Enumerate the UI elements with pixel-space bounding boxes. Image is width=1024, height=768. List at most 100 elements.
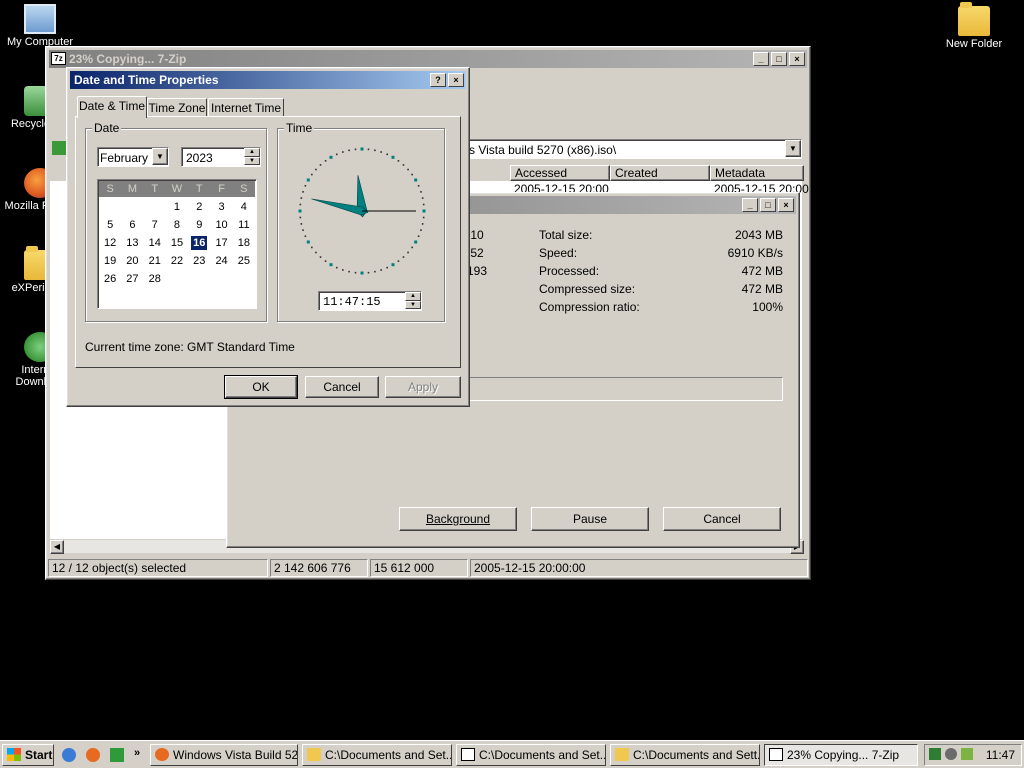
status-size: 2 142 606 776 xyxy=(270,559,368,577)
tab-internet-time[interactable]: Internet Time xyxy=(208,98,284,118)
calendar-day[interactable]: 7 xyxy=(144,216,166,234)
ok-button[interactable]: OK xyxy=(224,375,298,399)
date-time-properties-dialog[interactable]: Date and Time Properties ? × Date & Time… xyxy=(66,67,470,407)
calendar-day[interactable]: 4 xyxy=(233,198,255,216)
quicklaunch-chevron-icon[interactable]: » xyxy=(134,747,140,759)
folder-icon xyxy=(307,748,321,761)
calendar-day[interactable]: 13 xyxy=(121,234,143,252)
year-spinner[interactable]: 2023 ▲ ▼ xyxy=(181,147,261,167)
month-dropdown-button[interactable]: ▼ xyxy=(152,148,168,165)
maximize-button[interactable]: □ xyxy=(760,198,776,212)
path-combobox[interactable]: s Vista build 5270 (x86).iso\ ▼ xyxy=(464,139,802,159)
clock-minute-tick xyxy=(407,168,409,171)
calendar[interactable]: SMTWTFS 1 2 3 4 5 6 7 8 9 10 11 12 13 14 15 16 17 18 19 20 2… xyxy=(97,179,257,309)
column-header-created[interactable]: Created xyxy=(610,165,710,181)
zip-window-titlebar[interactable]: 7z 23% Copying... 7-Zip _ □ × xyxy=(49,50,807,68)
calendar-day[interactable]: 26 xyxy=(99,270,121,288)
clock-minute-tick xyxy=(380,151,382,153)
calendar-day[interactable]: 2 xyxy=(188,198,210,216)
cancel-copy-button[interactable]: Cancel xyxy=(663,507,781,531)
network-icon[interactable] xyxy=(929,748,941,760)
close-button[interactable]: × xyxy=(448,73,464,87)
help-button[interactable]: ? xyxy=(430,73,446,87)
clock-minute-tick xyxy=(342,151,344,153)
calendar-day[interactable]: 17 xyxy=(210,234,232,252)
start-button[interactable]: Start xyxy=(2,744,54,766)
calendar-day[interactable]: 10 xyxy=(210,216,232,234)
minimize-button[interactable]: _ xyxy=(742,198,758,212)
calendar-day[interactable]: 21 xyxy=(144,252,166,270)
apply-button[interactable]: Apply xyxy=(385,376,461,398)
scroll-left-button[interactable]: ◀ xyxy=(50,540,64,554)
calendar-empty-cell xyxy=(121,198,143,216)
calendar-day[interactable]: 12 xyxy=(99,234,121,252)
calendar-day[interactable]: 14 xyxy=(144,234,166,252)
pause-button[interactable]: Pause xyxy=(531,507,649,531)
toolbar-up-icon[interactable] xyxy=(52,141,66,155)
calendar-day[interactable]: 28 xyxy=(144,270,166,288)
path-dropdown-button[interactable]: ▼ xyxy=(785,140,801,157)
year-spin-buttons[interactable]: ▲ ▼ xyxy=(244,148,260,165)
calendar-day[interactable]: 3 xyxy=(210,198,232,216)
taskbar-button-folder-1[interactable]: C:\Documents and Set... xyxy=(302,744,452,766)
volume-icon[interactable] xyxy=(945,748,957,760)
cancel-button[interactable]: Cancel xyxy=(305,376,379,398)
clock-minute-tick xyxy=(348,270,350,273)
calendar-day[interactable]: 19 xyxy=(99,252,121,270)
calendar-day[interactable]: 27 xyxy=(121,270,143,288)
weekday-label: S xyxy=(106,183,114,195)
desktop-icon-my-computer[interactable]: My Computer xyxy=(2,4,78,48)
close-button[interactable]: × xyxy=(789,52,805,66)
calendar-day[interactable]: 20 xyxy=(121,252,143,270)
tray-app-icon[interactable] xyxy=(961,748,973,760)
calendar-days[interactable]: 1 2 3 4 5 6 7 8 9 10 11 12 13 14 15 16 17 18 19 20 21 22 23 24 2… xyxy=(99,198,255,288)
calendar-day[interactable]: 23 xyxy=(188,252,210,270)
tab-time-zone[interactable]: Time Zone xyxy=(147,98,207,118)
clock-hour-tick xyxy=(329,155,333,159)
calendar-day[interactable]: 25 xyxy=(233,252,255,270)
clock-hour-tick xyxy=(391,263,395,267)
clock-minute-tick xyxy=(417,235,420,238)
quicklaunch-ie-icon[interactable] xyxy=(62,748,76,762)
calendar-day[interactable]: 1 xyxy=(166,198,188,216)
calendar-day[interactable]: 5 xyxy=(99,216,121,234)
clock-minute-tick xyxy=(354,148,357,151)
computer-icon xyxy=(24,4,56,34)
date-group-label: Date xyxy=(92,121,122,135)
calendar-day[interactable]: 22 xyxy=(166,252,188,270)
calendar-day[interactable]: 16 xyxy=(191,236,208,250)
taskbar-button-7zip-folder[interactable]: C:\Documents and Set... xyxy=(456,744,606,766)
month-select[interactable]: February ▼ xyxy=(97,147,169,167)
close-button[interactable]: × xyxy=(778,198,794,212)
tray-clock[interactable]: 11:47 xyxy=(986,748,1015,762)
clock-minute-tick xyxy=(302,191,304,193)
calendar-day[interactable]: 11 xyxy=(233,216,255,234)
date-time-title: Date and Time Properties xyxy=(74,73,219,87)
date-time-titlebar[interactable]: Date and Time Properties ? × xyxy=(70,71,466,89)
column-header-accessed[interactable]: Accessed xyxy=(510,165,610,181)
maximize-button[interactable]: □ xyxy=(771,52,787,66)
taskbar-button-firefox[interactable]: Windows Vista Build 52... xyxy=(150,744,298,766)
taskbar-button-folder-2[interactable]: C:\Documents and Sett... xyxy=(610,744,760,766)
calendar-day[interactable]: 18 xyxy=(233,234,255,252)
minimize-button[interactable]: _ xyxy=(753,52,769,66)
calendar-day[interactable]: 15 xyxy=(166,234,188,252)
7zip-icon: 7z xyxy=(51,52,66,65)
time-spinner[interactable]: 11:47:15 ▲ ▼ xyxy=(318,291,422,311)
background-button[interactable]: Background xyxy=(399,507,517,531)
desktop-icon-new-folder[interactable]: New Folder xyxy=(936,2,1012,50)
column-header-metadata[interactable]: Metadata Chan... xyxy=(710,165,804,194)
clock-minute-tick xyxy=(422,216,425,219)
time-spin-buttons[interactable]: ▲ ▼ xyxy=(405,292,421,309)
7zip-icon xyxy=(461,748,475,761)
stat-value: 100% xyxy=(752,300,783,314)
calendar-day[interactable]: 6 xyxy=(121,216,143,234)
calendar-day[interactable]: 8 xyxy=(166,216,188,234)
calendar-day[interactable]: 9 xyxy=(188,216,210,234)
windows-logo-icon xyxy=(7,748,21,761)
calendar-day[interactable]: 24 xyxy=(210,252,232,270)
taskbar-button-7zip-copy[interactable]: 23% Copying... 7-Zip xyxy=(764,744,918,766)
quicklaunch-firefox-icon[interactable] xyxy=(86,748,100,762)
tab-date-time[interactable]: Date & Time xyxy=(77,96,147,118)
quicklaunch-show-desktop-icon[interactable] xyxy=(110,748,124,762)
